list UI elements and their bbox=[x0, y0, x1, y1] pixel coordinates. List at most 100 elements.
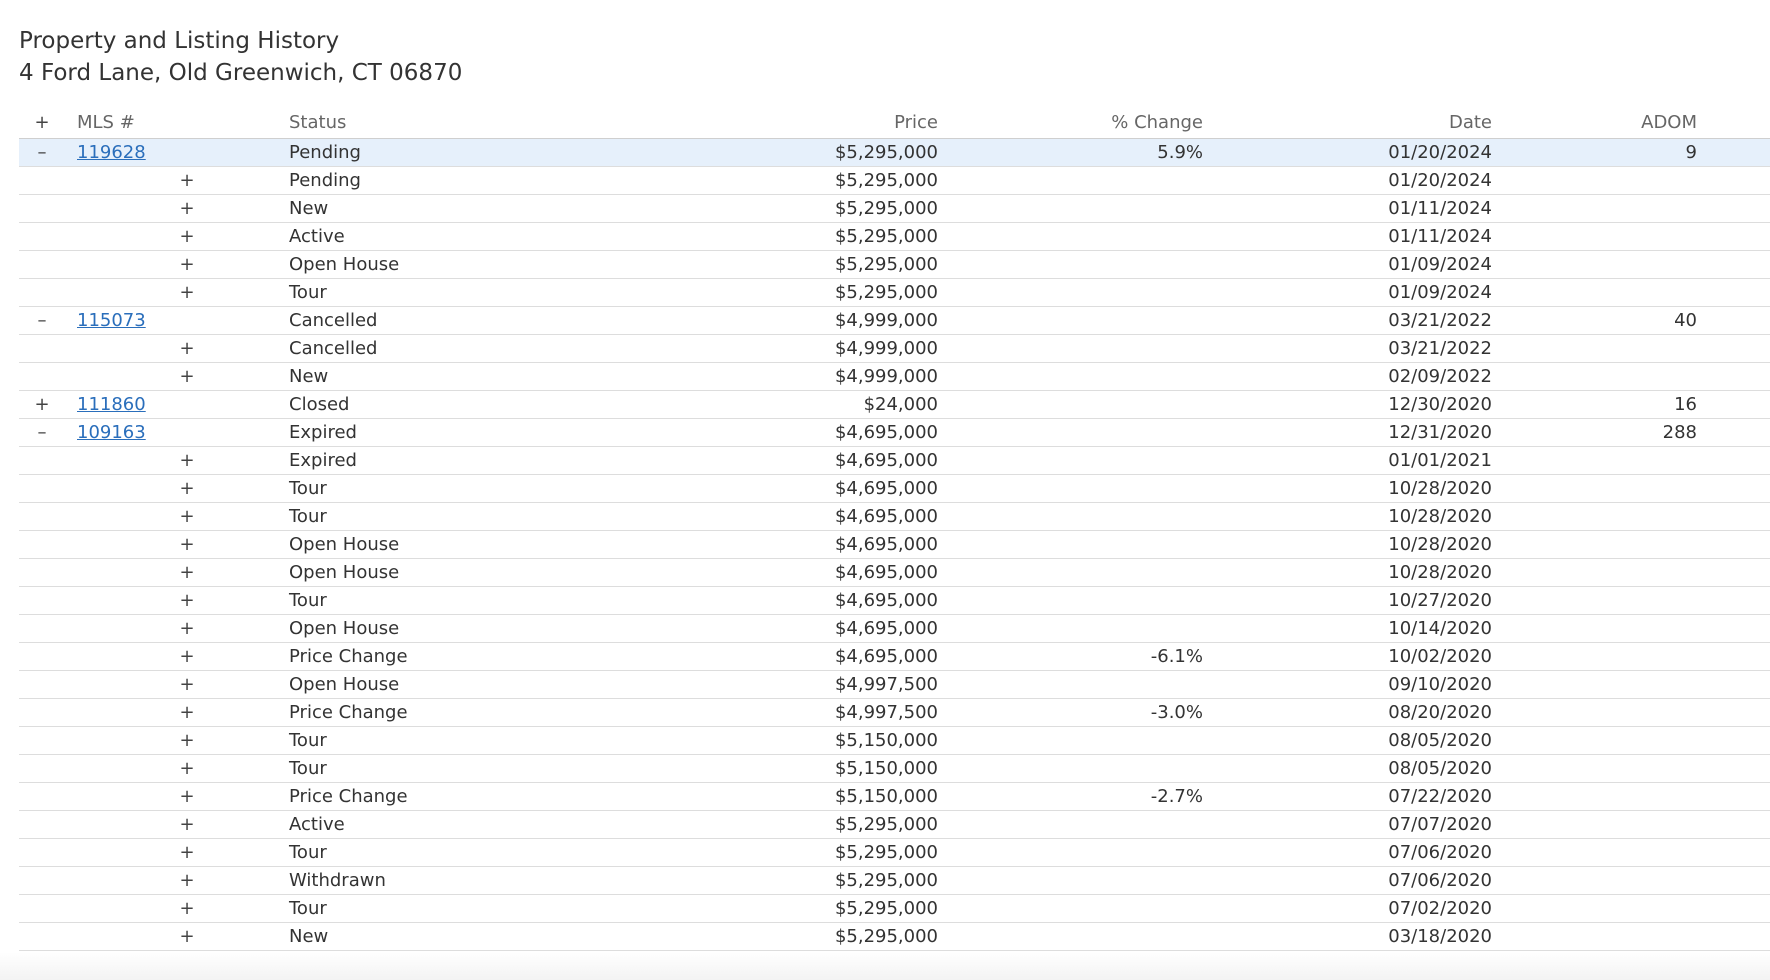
listing-event-row[interactable]: + Tour $4,695,000 10/28/2020 bbox=[19, 475, 1770, 503]
event-expand-toggle[interactable]: + bbox=[172, 503, 202, 530]
date-cell: 10/28/2020 bbox=[1388, 478, 1492, 499]
event-expand-toggle[interactable]: + bbox=[172, 335, 202, 362]
listing-event-row[interactable]: + New $5,295,000 03/18/2020 bbox=[19, 923, 1770, 951]
event-expand-toggle[interactable]: + bbox=[172, 559, 202, 586]
listing-event-row[interactable]: + Active $5,295,000 01/11/2024 bbox=[19, 223, 1770, 251]
adom-cell: 16 bbox=[1674, 394, 1697, 415]
status-cell: Pending bbox=[289, 142, 361, 163]
event-expand-toggle[interactable]: + bbox=[172, 699, 202, 726]
event-expand-toggle[interactable]: + bbox=[172, 923, 202, 950]
column-header-mls[interactable]: MLS # bbox=[77, 109, 135, 136]
pct-change-cell: 5.9% bbox=[1157, 142, 1203, 163]
expand-all-toggle[interactable]: + bbox=[19, 109, 65, 136]
status-cell: Active bbox=[289, 226, 345, 247]
event-expand-toggle[interactable]: + bbox=[172, 811, 202, 838]
column-header-status[interactable]: Status bbox=[289, 109, 346, 136]
event-expand-toggle[interactable]: + bbox=[172, 475, 202, 502]
listing-event-row[interactable]: + Tour $5,295,000 01/09/2024 bbox=[19, 279, 1770, 307]
mls-number-link[interactable]: 111860 bbox=[77, 391, 146, 418]
row-expand-toggle[interactable]: – bbox=[19, 419, 65, 446]
listing-event-row[interactable]: + Cancelled $4,999,000 03/21/2022 bbox=[19, 335, 1770, 363]
event-expand-toggle[interactable]: + bbox=[172, 671, 202, 698]
listing-event-row[interactable]: + New $5,295,000 01/11/2024 bbox=[19, 195, 1770, 223]
date-cell: 01/11/2024 bbox=[1388, 198, 1492, 219]
event-expand-toggle[interactable]: + bbox=[172, 251, 202, 278]
price-cell: $4,999,000 bbox=[834, 310, 938, 331]
listing-event-row[interactable]: + Active $5,295,000 07/07/2020 bbox=[19, 811, 1770, 839]
mls-number-link[interactable]: 109163 bbox=[77, 419, 146, 446]
table-body: –119628 Pending $5,295,000 5.9% 01/20/2024 9 +… bbox=[19, 139, 1770, 951]
event-expand-toggle[interactable]: + bbox=[172, 643, 202, 670]
listing-row[interactable]: +111860 Closed $24,000 12/30/2020 16 bbox=[19, 391, 1770, 419]
listing-event-row[interactable]: + Price Change $4,695,000 -6.1% 10/02/2020 bbox=[19, 643, 1770, 671]
date-cell: 01/09/2024 bbox=[1388, 254, 1492, 275]
scroll-fade bbox=[0, 952, 1770, 980]
status-cell: Tour bbox=[289, 506, 327, 527]
listing-event-row[interactable]: + Expired $4,695,000 01/01/2021 bbox=[19, 447, 1770, 475]
event-expand-toggle[interactable]: + bbox=[172, 447, 202, 474]
listing-event-row[interactable]: + Tour $5,295,000 07/02/2020 bbox=[19, 895, 1770, 923]
listing-event-row[interactable]: + Open House $4,997,500 09/10/2020 bbox=[19, 671, 1770, 699]
listing-row[interactable]: –115073 Cancelled $4,999,000 03/21/2022 40 bbox=[19, 307, 1770, 335]
listing-event-row[interactable]: + Price Change $4,997,500 -3.0% 08/20/2020 bbox=[19, 699, 1770, 727]
event-expand-toggle[interactable]: + bbox=[172, 727, 202, 754]
event-expand-toggle[interactable]: + bbox=[172, 839, 202, 866]
column-header-pct-change[interactable]: % Change bbox=[1111, 109, 1203, 136]
date-cell: 12/30/2020 bbox=[1388, 394, 1492, 415]
column-header-price[interactable]: Price bbox=[894, 109, 938, 136]
listing-event-row[interactable]: + Withdrawn $5,295,000 07/06/2020 bbox=[19, 867, 1770, 895]
row-expand-toggle[interactable]: + bbox=[19, 391, 65, 418]
adom-cell: 40 bbox=[1674, 310, 1697, 331]
event-expand-toggle[interactable]: + bbox=[172, 615, 202, 642]
column-header-date[interactable]: Date bbox=[1449, 109, 1492, 136]
event-expand-toggle[interactable]: + bbox=[172, 223, 202, 250]
listing-row[interactable]: –119628 Pending $5,295,000 5.9% 01/20/2024 9 bbox=[19, 139, 1770, 167]
event-expand-toggle[interactable]: + bbox=[172, 755, 202, 782]
row-expand-toggle[interactable]: – bbox=[19, 139, 65, 166]
status-cell: New bbox=[289, 366, 329, 387]
row-expand-toggle[interactable]: – bbox=[19, 307, 65, 334]
column-header-adom[interactable]: ADOM bbox=[1641, 109, 1697, 136]
price-cell: $4,695,000 bbox=[834, 422, 938, 443]
title-block: Property and Listing History 4 Ford Lane… bbox=[19, 25, 462, 89]
event-expand-toggle[interactable]: + bbox=[172, 167, 202, 194]
listing-event-row[interactable]: + New $4,999,000 02/09/2022 bbox=[19, 363, 1770, 391]
listing-event-row[interactable]: + Tour $4,695,000 10/28/2020 bbox=[19, 503, 1770, 531]
event-expand-toggle[interactable]: + bbox=[172, 531, 202, 558]
status-cell: Price Change bbox=[289, 786, 408, 807]
listing-event-row[interactable]: + Tour $5,295,000 07/06/2020 bbox=[19, 839, 1770, 867]
event-expand-toggle[interactable]: + bbox=[172, 195, 202, 222]
listing-history-table: + MLS # Status Price % Change Date ADOM … bbox=[19, 109, 1770, 951]
mls-number-link[interactable]: 115073 bbox=[77, 307, 146, 334]
event-expand-toggle[interactable]: + bbox=[172, 783, 202, 810]
event-expand-toggle[interactable]: + bbox=[172, 867, 202, 894]
listing-event-row[interactable]: + Open House $4,695,000 10/28/2020 bbox=[19, 559, 1770, 587]
adom-cell: 288 bbox=[1662, 422, 1697, 443]
listing-event-row[interactable]: + Open House $4,695,000 10/28/2020 bbox=[19, 531, 1770, 559]
date-cell: 10/02/2020 bbox=[1388, 646, 1492, 667]
property-address: 4 Ford Lane, Old Greenwich, CT 06870 bbox=[19, 60, 463, 86]
date-cell: 01/09/2024 bbox=[1388, 282, 1492, 303]
listing-event-row[interactable]: + Open House $5,295,000 01/09/2024 bbox=[19, 251, 1770, 279]
mls-number-link[interactable]: 119628 bbox=[77, 139, 146, 166]
event-expand-toggle[interactable]: + bbox=[172, 587, 202, 614]
listing-event-row[interactable]: + Price Change $5,150,000 -2.7% 07/22/2020 bbox=[19, 783, 1770, 811]
price-cell: $4,999,000 bbox=[834, 366, 938, 387]
listing-event-row[interactable]: + Open House $4,695,000 10/14/2020 bbox=[19, 615, 1770, 643]
listing-event-row[interactable]: + Tour $5,150,000 08/05/2020 bbox=[19, 727, 1770, 755]
listing-event-row[interactable]: + Tour $5,150,000 08/05/2020 bbox=[19, 755, 1770, 783]
listing-event-row[interactable]: + Pending $5,295,000 01/20/2024 bbox=[19, 167, 1770, 195]
price-cell: $5,150,000 bbox=[834, 786, 938, 807]
price-cell: $5,295,000 bbox=[834, 926, 938, 947]
date-cell: 12/31/2020 bbox=[1388, 422, 1492, 443]
page-title: Property and Listing History bbox=[19, 28, 340, 54]
status-cell: Tour bbox=[289, 898, 327, 919]
event-expand-toggle[interactable]: + bbox=[172, 895, 202, 922]
event-expand-toggle[interactable]: + bbox=[172, 279, 202, 306]
listing-event-row[interactable]: + Tour $4,695,000 10/27/2020 bbox=[19, 587, 1770, 615]
status-cell: Tour bbox=[289, 758, 327, 779]
event-expand-toggle[interactable]: + bbox=[172, 363, 202, 390]
status-cell: Active bbox=[289, 814, 345, 835]
listing-row[interactable]: –109163 Expired $4,695,000 12/31/2020 288 bbox=[19, 419, 1770, 447]
status-cell: Open House bbox=[289, 674, 400, 695]
